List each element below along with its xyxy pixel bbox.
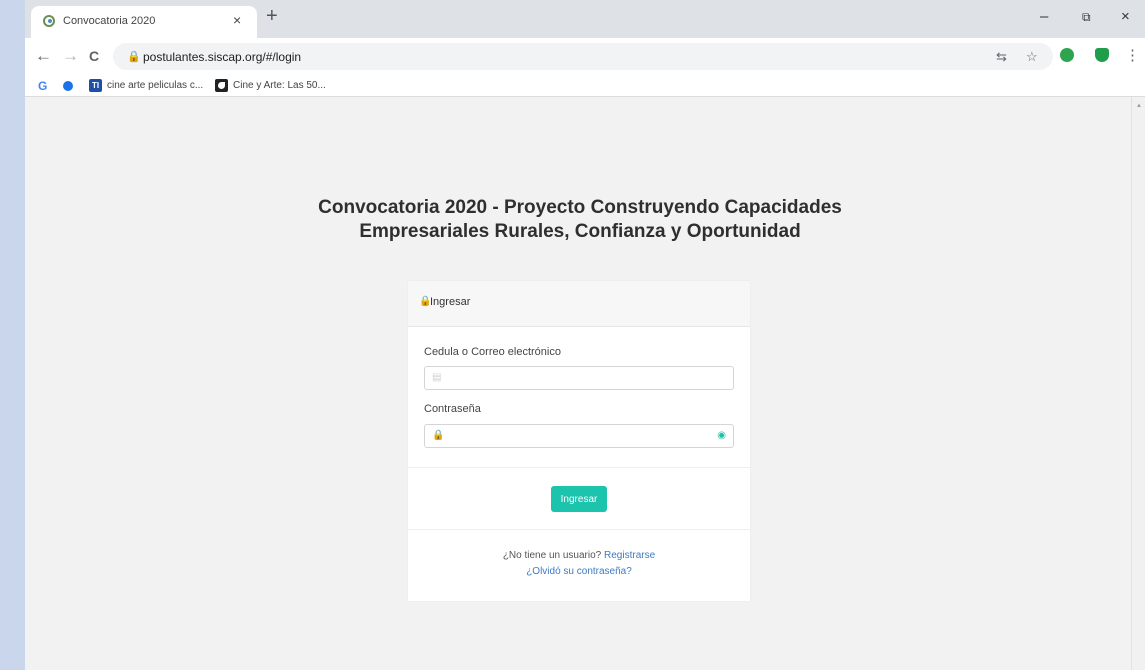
id-card-icon: ▤ bbox=[432, 372, 442, 383]
translate-icon[interactable]: ⇆ bbox=[996, 49, 1007, 65]
bookmark-label[interactable]: cine arte peliculas c... bbox=[107, 80, 203, 91]
browser-window: Convocatoria 2020 × + – ⧉ × ← → C 🔒 post… bbox=[25, 0, 1145, 670]
tab-title: Convocatoria 2020 bbox=[63, 15, 156, 27]
scroll-up-icon[interactable]: ▲ bbox=[1136, 103, 1142, 109]
page-title-line-2: Empresariales Rurales, Confianza y Oport… bbox=[359, 221, 801, 242]
register-link[interactable]: Registrarse bbox=[604, 550, 655, 561]
login-card-header: 🔒 Ingresar bbox=[408, 281, 750, 327]
browser-toolbar: ← → C 🔒 postulantes.siscap.org/#/login ⇆… bbox=[25, 38, 1145, 76]
bookmark-label[interactable]: Cine y Arte: Las 50... bbox=[233, 80, 326, 91]
cine-bookmark-icon[interactable] bbox=[215, 79, 228, 92]
register-line: ¿No tiene un usuario? Registrarse bbox=[408, 550, 750, 561]
tab-strip: Convocatoria 2020 × + – ⧉ × bbox=[25, 0, 1145, 38]
page-title: Convocatoria 2020 - Proyecto Construyend… bbox=[255, 196, 905, 244]
browser-tab[interactable]: Convocatoria 2020 × bbox=[31, 6, 257, 38]
bookmark-star-icon[interactable]: ☆ bbox=[1026, 49, 1038, 65]
bookmarks-bar: G TI cine arte peliculas c... Cine y Art… bbox=[25, 76, 1145, 97]
address-bar[interactable]: 🔒 postulantes.siscap.org/#/login ⇆ ☆ bbox=[113, 43, 1053, 70]
green-extension-icon[interactable] bbox=[1060, 48, 1074, 62]
login-submit-button[interactable]: Ingresar bbox=[551, 486, 607, 512]
lock-icon: 🔒 bbox=[127, 51, 141, 63]
user-field[interactable]: ▤ bbox=[424, 366, 734, 390]
forward-icon[interactable]: → bbox=[62, 46, 79, 66]
reload-icon[interactable]: C bbox=[89, 46, 99, 66]
login-card: 🔒 Ingresar Cedula o Correo electrónico ▤… bbox=[408, 281, 750, 601]
menu-icon[interactable]: ⋮ bbox=[1125, 46, 1140, 66]
window-close-icon[interactable]: × bbox=[1121, 8, 1130, 25]
back-icon[interactable]: ← bbox=[35, 46, 52, 66]
password-label: Contraseña bbox=[424, 403, 481, 415]
show-password-eye-icon[interactable]: ◉ bbox=[717, 430, 726, 441]
google-bookmark-icon[interactable]: G bbox=[38, 79, 47, 93]
page-scrollbar[interactable]: ▲ bbox=[1131, 97, 1145, 670]
ti-bookmark-icon[interactable]: TI bbox=[89, 79, 102, 92]
url-text: postulantes.siscap.org/#/login bbox=[143, 50, 302, 64]
password-field[interactable]: 🔒 ◉ bbox=[424, 424, 734, 448]
site-favicon-icon bbox=[43, 15, 55, 27]
divider bbox=[408, 529, 750, 530]
user-input[interactable] bbox=[447, 367, 707, 389]
password-lock-icon: 🔒 bbox=[432, 430, 445, 441]
no-user-text: ¿No tiene un usuario? bbox=[502, 550, 602, 561]
new-tab-icon[interactable]: + bbox=[266, 5, 278, 27]
login-card-title: Ingresar bbox=[430, 296, 471, 308]
blue-bookmark-icon[interactable] bbox=[63, 81, 73, 91]
tab-close-icon[interactable]: × bbox=[233, 12, 241, 28]
user-label: Cedula o Correo electrónico bbox=[424, 346, 561, 358]
restore-icon[interactable]: ⧉ bbox=[1082, 10, 1091, 25]
minimize-icon[interactable]: – bbox=[1040, 8, 1048, 25]
page-content: Convocatoria 2020 - Proyecto Construyend… bbox=[25, 97, 1131, 670]
page-title-line-1: Convocatoria 2020 - Proyecto Construyend… bbox=[318, 197, 842, 218]
divider bbox=[408, 467, 750, 468]
password-input[interactable] bbox=[447, 425, 707, 447]
forgot-line: ¿Olvidó su contraseña? bbox=[408, 566, 750, 577]
shield-extension-icon[interactable] bbox=[1095, 48, 1109, 62]
forgot-password-link[interactable]: ¿Olvidó su contraseña? bbox=[526, 566, 632, 577]
